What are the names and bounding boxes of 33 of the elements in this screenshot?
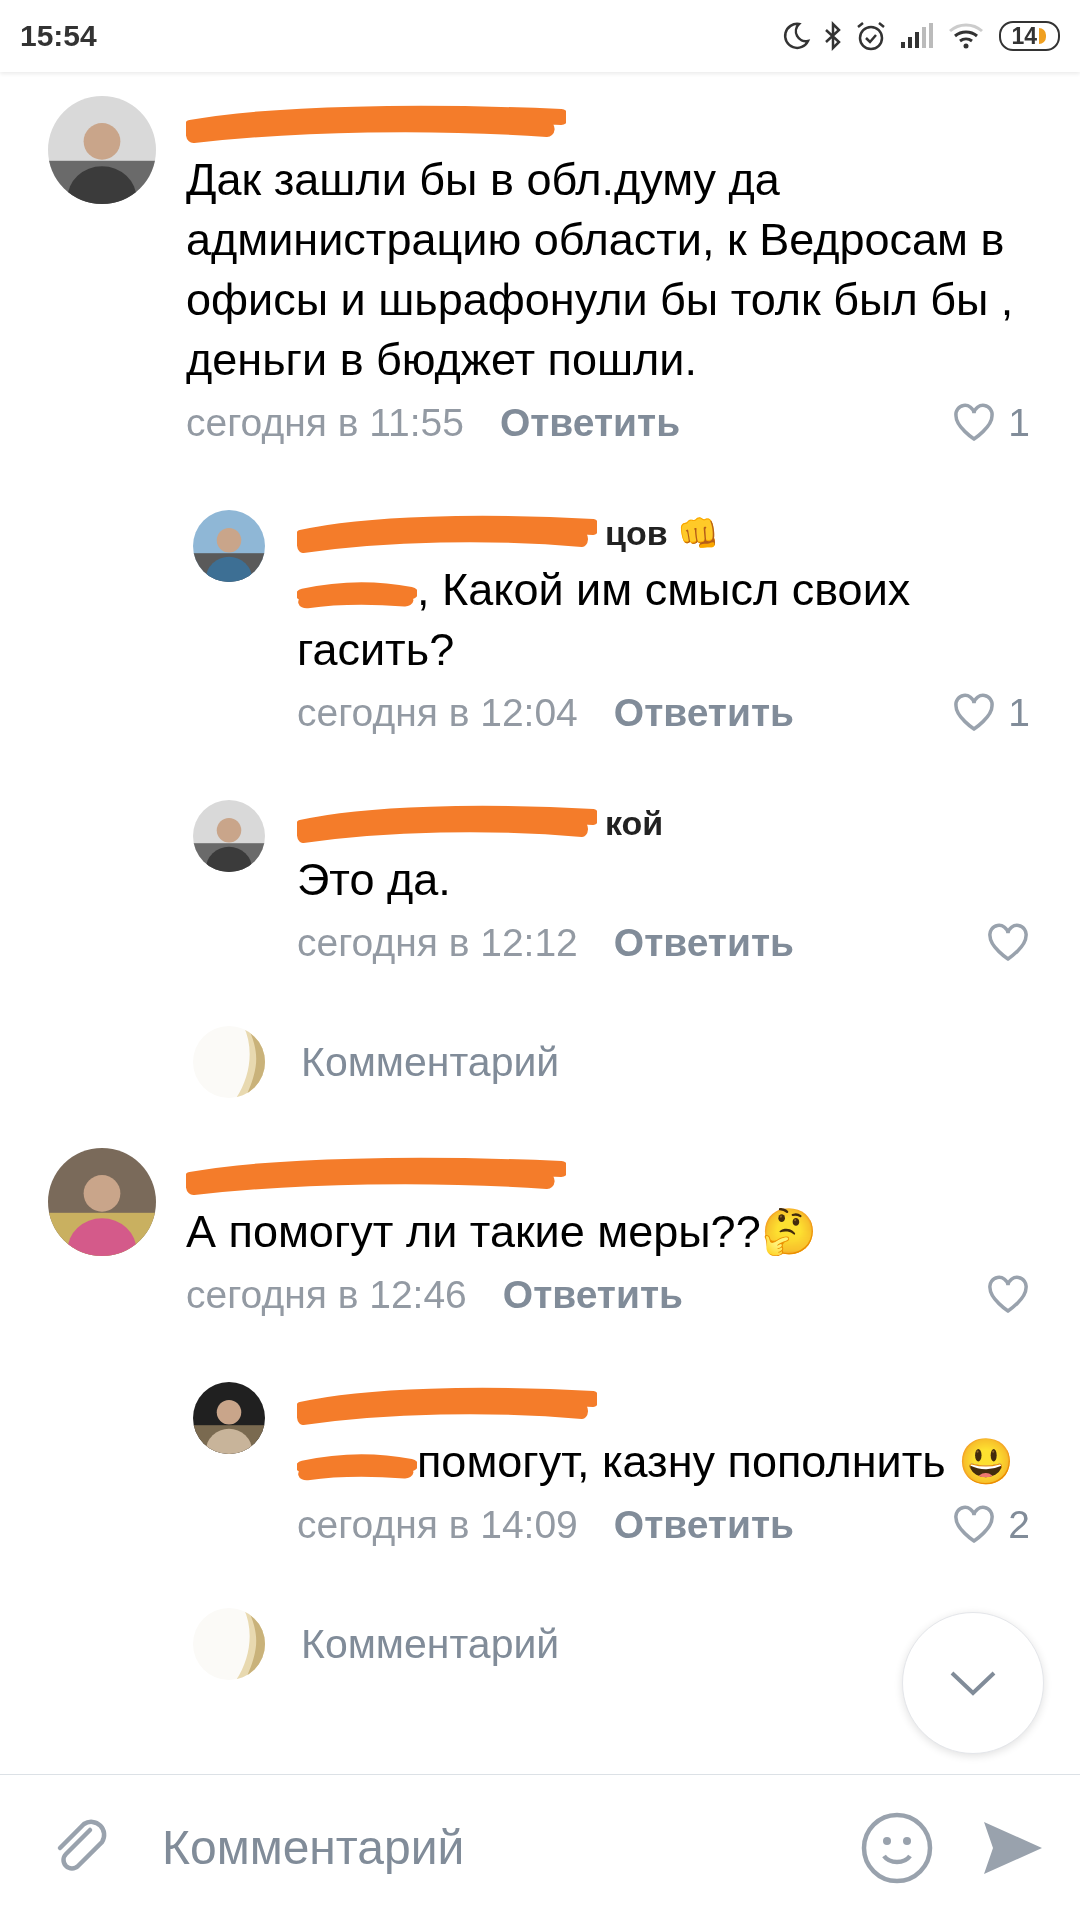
heart-icon[interactable] <box>986 923 1030 963</box>
heart-icon[interactable] <box>952 403 997 443</box>
comment-text: , Какой им смысл своих гасить? <box>297 564 911 675</box>
reply-button[interactable]: Ответить <box>613 691 795 735</box>
comment-time: сегодня в 12:04 <box>297 691 578 735</box>
smiley-icon[interactable] <box>860 1810 934 1885</box>
comment-text: А помогут ли такие меры??🤔 <box>186 1206 817 1257</box>
heart-icon[interactable] <box>952 1505 997 1545</box>
like-count: 1 <box>1008 401 1030 445</box>
comment-text: Дак зашли бы в обл.думу да администрацию области, к Ведросам в офисы и шьрафонули бы толк был бы , деньги в бюджет пошли. <box>186 154 1014 385</box>
comment-field[interactable]: Комментарий <box>301 1620 560 1668</box>
comment-input[interactable]: Комментарий <box>160 1819 814 1876</box>
heart-icon[interactable] <box>952 693 997 733</box>
like-count: 1 <box>1008 691 1030 735</box>
reply-button[interactable]: Ответить <box>502 1273 684 1317</box>
moon-icon <box>781 21 812 51</box>
comment-text: помогут, казну пополнить 😃 <box>417 1436 1015 1487</box>
comment-time: сегодня в 11:55 <box>186 401 464 445</box>
comment-time: сегодня в 12:12 <box>297 921 578 965</box>
comment-time: сегодня в 12:46 <box>186 1273 467 1317</box>
status-time: 15:54 <box>20 19 97 53</box>
heart-icon[interactable] <box>986 1275 1030 1315</box>
comment-field[interactable]: Комментарий <box>301 1038 560 1086</box>
reply-button[interactable]: Ответить <box>613 1503 795 1547</box>
author-name: кой <box>605 803 664 843</box>
signal-icon <box>899 22 936 50</box>
author-name: цов 👊 <box>605 513 720 553</box>
battery-indicator: 14 <box>999 21 1060 51</box>
reply-button[interactable]: Ответить <box>613 921 795 965</box>
comment-text: Это да. <box>297 854 451 905</box>
comment-time: сегодня в 14:09 <box>297 1503 578 1547</box>
reply-button[interactable]: Ответить <box>499 401 681 445</box>
like-count: 2 <box>1008 1503 1030 1547</box>
